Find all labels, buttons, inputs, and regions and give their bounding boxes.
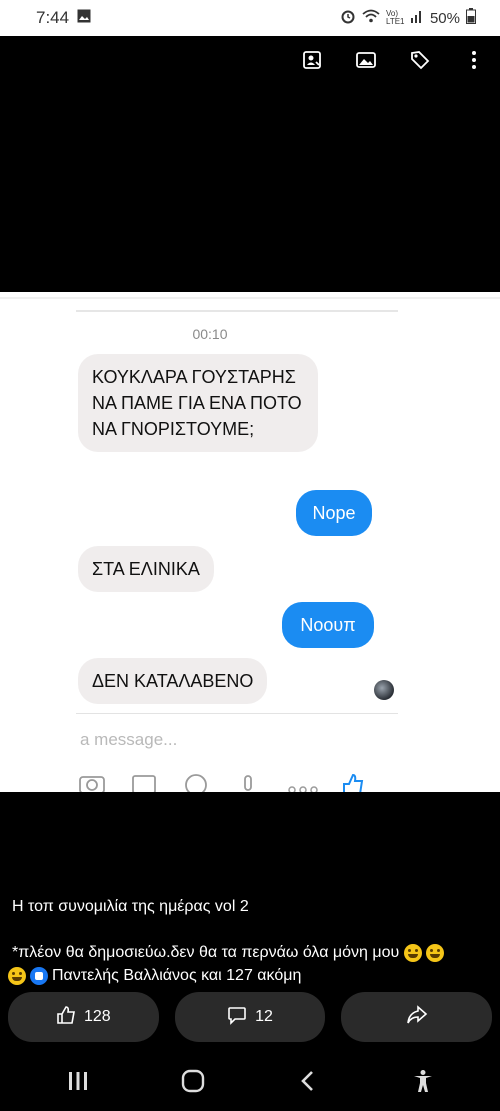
thumbs-up-icon <box>56 1005 76 1030</box>
reactions-summary[interactable]: Παντελής Βαλλιάνος και 127 ακόμη <box>8 967 301 985</box>
haha-reaction-icon <box>8 967 26 985</box>
seen-avatar <box>374 680 394 700</box>
viewer-toolbar <box>300 48 486 72</box>
status-time: 7:44 <box>36 8 70 27</box>
post-description: *πλέον θα δημοσιεύω.δεν θα τα περνάω όλα… <box>12 944 445 962</box>
microphone-icon <box>234 772 262 792</box>
image-icon[interactable] <box>354 48 378 72</box>
status-bar: 7:44 Vo) LTE1 50% <box>0 0 500 36</box>
share-icon <box>406 1004 428 1030</box>
grinning-sweat-emoji-icon <box>426 944 445 962</box>
chat-timestamp: 00:10 <box>192 326 228 342</box>
like-reaction-icon <box>30 967 48 985</box>
tag-person-icon[interactable] <box>300 48 324 72</box>
compose-placeholder: a message... <box>80 730 178 749</box>
post-photo[interactable]: 00:10 ΚΟΥΚΛΑΡΑ ΓΟΥΣΤΑΡΗΣ ΝΑ ΠΑΜΕ ΓΙΑ ΕΝΑ… <box>0 292 500 792</box>
outgoing-message: Νοουπ <box>282 602 374 648</box>
incoming-message: ΔΕΝ ΚΑΤΑΛΑΒΕΝΟ <box>78 658 268 704</box>
status-right: Vo) LTE1 50% <box>340 8 476 28</box>
comment-icon <box>227 1005 247 1030</box>
wifi-icon <box>362 9 380 27</box>
post-actions: 128 12 <box>8 992 493 1042</box>
emoji-icon <box>182 772 210 792</box>
divider <box>76 310 398 312</box>
recent-apps-button[interactable] <box>58 1061 98 1101</box>
status-left: 7:44 <box>36 8 91 28</box>
compose-toolbar <box>78 772 366 792</box>
tag-icon[interactable] <box>408 48 432 72</box>
more-vertical-icon[interactable] <box>462 48 486 72</box>
gallery-icon <box>130 772 158 792</box>
post-description-text: *πλέον θα δημοσιεύω.δεν θα τα περνάω όλα… <box>12 944 400 962</box>
back-button[interactable] <box>288 1061 328 1101</box>
alarm-icon <box>340 8 356 28</box>
thumbs-up-icon <box>338 772 366 792</box>
volte-icon: Vo) LTE1 <box>385 9 405 26</box>
incoming-message: ΚΟΥΚΛΑΡΑ ΓΟΥΣΤΑΡΗΣ ΝΑ ΠΑΜΕ ΓΙΑ ΕΝΑ ΠΟΤΟ … <box>78 354 318 452</box>
photo-viewer-header <box>0 36 500 292</box>
divider <box>0 297 500 299</box>
comment-button[interactable]: 12 <box>174 992 326 1042</box>
signal-icon <box>410 9 424 27</box>
accessibility-button[interactable] <box>403 1061 443 1101</box>
battery-percent: 50% <box>429 9 460 27</box>
share-button[interactable] <box>341 992 493 1042</box>
reactions-text: Παντελής Βαλλιάνος και 127 ακόμη <box>52 967 302 984</box>
comment-count: 12 <box>255 1008 273 1025</box>
more-horizontal-icon <box>286 772 318 792</box>
divider <box>76 713 398 714</box>
grinning-sweat-emoji-icon <box>403 944 422 962</box>
like-count: 128 <box>83 1008 111 1025</box>
camera-icon <box>78 772 106 792</box>
home-button[interactable] <box>173 1061 213 1101</box>
like-button[interactable]: 128 <box>8 992 159 1042</box>
battery-icon <box>466 8 476 28</box>
outgoing-message: Nope <box>296 490 372 536</box>
incoming-message: ΣΤΑ ΕΛΙΝΙΚΑ <box>78 546 214 592</box>
gallery-notification-icon <box>77 9 91 28</box>
android-nav-bar <box>0 1050 500 1111</box>
post-title: Η τοπ συνομιλία της ημέρας vol 2 <box>12 898 249 915</box>
